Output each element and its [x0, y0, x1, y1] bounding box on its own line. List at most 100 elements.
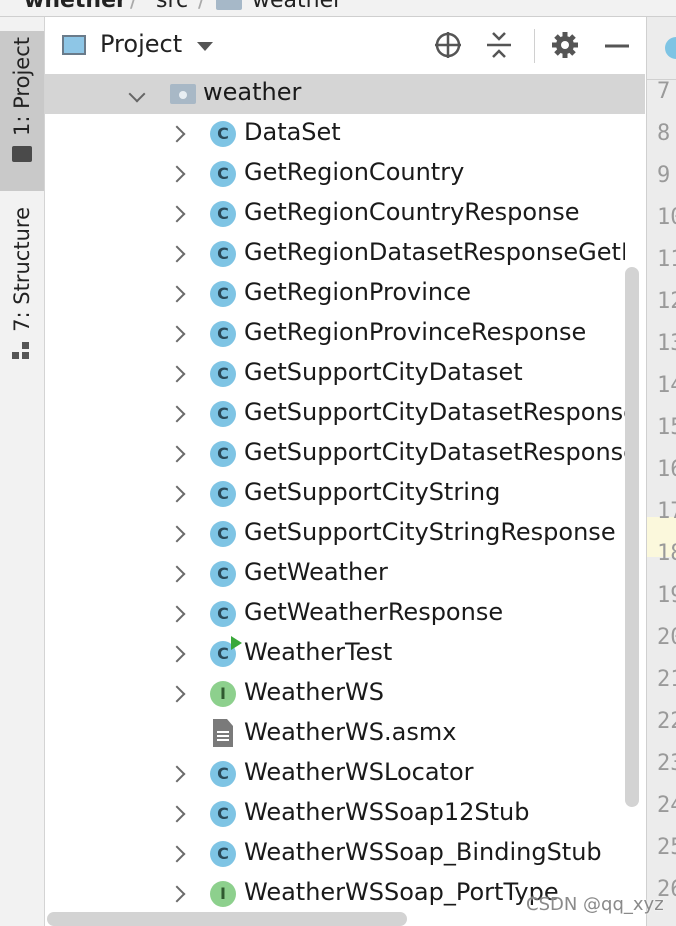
collapse-all-icon[interactable] [483, 29, 515, 61]
project-view-icon [62, 35, 86, 55]
chevron-right-icon[interactable] [168, 285, 186, 303]
watermark: CSDN @qq_xyz [526, 894, 664, 915]
line-number: 25 [657, 835, 676, 860]
tool-window-strip: 1: Project 7: Structure [0, 17, 45, 926]
tree-item[interactable]: C GetRegionDatasetResponseGetReg [45, 234, 625, 274]
tab-structure-label: 7: Structure [10, 207, 34, 332]
class-icon: C [210, 281, 236, 307]
locate-icon[interactable] [432, 29, 464, 61]
line-number: 21 [657, 667, 676, 692]
chevron-right-icon[interactable] [168, 765, 186, 783]
line-number: 8 [657, 121, 671, 146]
structure-icon [12, 341, 32, 362]
tree-item[interactable]: C GetRegionCountry [45, 154, 625, 194]
minimize-icon[interactable] [601, 29, 633, 61]
chevron-right-icon[interactable] [168, 685, 186, 703]
tree-item[interactable]: C GetSupportCityDataset [45, 354, 625, 394]
tab-project-label: 1: Project [10, 37, 34, 136]
tree-item[interactable]: C GetWeather [45, 554, 625, 594]
project-view-title[interactable]: Project [100, 30, 182, 58]
tree-item[interactable]: C GetWeatherResponse [45, 594, 625, 634]
line-number: 14 [657, 373, 676, 398]
tree-item-label: WeatherWSSoap_BindingStub [244, 838, 602, 866]
breadcrumb-src[interactable]: src [156, 0, 188, 13]
class-icon: C [210, 161, 236, 187]
class-icon: C [210, 401, 236, 427]
chevron-right-icon[interactable] [168, 645, 186, 663]
package-label: weather [203, 78, 302, 106]
tree-item-label: WeatherWS [244, 678, 385, 706]
editor-gutter: 7891011121314151617181920212223242526 [646, 17, 676, 926]
tree-item[interactable]: WeatherWS.asmx [45, 714, 625, 754]
package-node[interactable]: weather [45, 74, 645, 114]
interface-icon: I [210, 681, 236, 707]
tree-item[interactable]: I WeatherWS [45, 674, 625, 714]
breadcrumb-project[interactable]: whether [24, 0, 127, 13]
tab-structure[interactable]: 7: Structure [0, 207, 44, 367]
tree-item[interactable]: C WeatherWSLocator [45, 754, 625, 794]
tree-item[interactable]: C GetSupportCityDatasetResponseGe [45, 434, 625, 474]
file-icon [213, 719, 233, 747]
tree-item[interactable]: C WeatherTest [45, 634, 625, 674]
chevron-right-icon[interactable] [168, 885, 186, 903]
chevron-right-icon[interactable] [168, 485, 186, 503]
tree-item[interactable]: C GetSupportCityString [45, 474, 625, 514]
class-icon: C [210, 361, 236, 387]
tree-item[interactable]: C GetRegionProvince [45, 274, 625, 314]
tab-project[interactable]: 1: Project [0, 31, 44, 191]
tree-item[interactable]: C GetRegionProvinceResponse [45, 314, 625, 354]
chevron-right-icon[interactable] [168, 325, 186, 343]
vertical-scrollbar[interactable] [625, 267, 639, 807]
horizontal-scrollbar[interactable] [47, 912, 407, 926]
line-number: 15 [657, 415, 676, 440]
class-icon: C [210, 561, 236, 587]
tree-item[interactable]: C GetSupportCityStringResponse [45, 514, 625, 554]
line-number: 16 [657, 457, 676, 482]
chevron-right-icon[interactable] [168, 125, 186, 143]
class-icon: C [210, 121, 236, 147]
tree-item-label: GetSupportCityDatasetResponseGe [244, 438, 625, 466]
chevron-right-icon[interactable] [168, 565, 186, 583]
tree-item[interactable]: C GetSupportCityDatasetResponse [45, 394, 625, 434]
class-icon: C [210, 201, 236, 227]
gear-icon[interactable] [549, 29, 581, 61]
class-icon: C [210, 481, 236, 507]
chevron-right-icon[interactable] [168, 845, 186, 863]
chevron-right-icon[interactable] [168, 525, 186, 543]
line-number: 10 [657, 205, 676, 230]
chevron-right-icon[interactable] [168, 365, 186, 383]
interface-icon: I [210, 881, 236, 907]
line-number: 24 [657, 793, 676, 818]
chevron-down-icon[interactable] [128, 85, 146, 103]
tree-item-label: GetSupportCityStringResponse [244, 518, 616, 546]
line-number: 23 [657, 751, 676, 776]
editor-tab-class-icon[interactable] [665, 37, 676, 59]
tree-item-label: DataSet [244, 118, 341, 146]
chevron-right-icon[interactable] [168, 245, 186, 263]
breadcrumb-separator: / [130, 0, 138, 13]
class-icon: C [210, 441, 236, 467]
line-number: 20 [657, 625, 676, 650]
chevron-right-icon[interactable] [168, 605, 186, 623]
tree-item-label: GetSupportCityDatasetResponse [244, 398, 625, 426]
class-icon: C [210, 521, 236, 547]
chevron-right-icon[interactable] [168, 165, 186, 183]
tree-item[interactable]: C DataSet [45, 114, 625, 154]
chevron-right-icon[interactable] [168, 445, 186, 463]
tree-item-label: GetSupportCityDataset [244, 358, 523, 386]
chevron-right-icon[interactable] [168, 805, 186, 823]
line-number: 7 [657, 79, 671, 104]
class-icon: C [210, 601, 236, 627]
chevron-right-icon[interactable] [168, 205, 186, 223]
tree-item[interactable]: C GetRegionCountryResponse [45, 194, 625, 234]
breadcrumb-package[interactable]: weather [252, 0, 342, 13]
line-number: 22 [657, 709, 676, 734]
chevron-right-icon[interactable] [168, 405, 186, 423]
breadcrumb-separator: / [198, 0, 206, 13]
tree-item[interactable]: C WeatherWSSoap_BindingStub [45, 834, 625, 874]
toolbar-divider [534, 29, 535, 63]
chevron-down-icon[interactable] [197, 42, 213, 51]
tree-item[interactable]: C WeatherWSSoap12Stub [45, 794, 625, 834]
project-toolbar: Project [45, 17, 645, 73]
tree-item-label: GetRegionDatasetResponseGetReg [244, 238, 625, 266]
